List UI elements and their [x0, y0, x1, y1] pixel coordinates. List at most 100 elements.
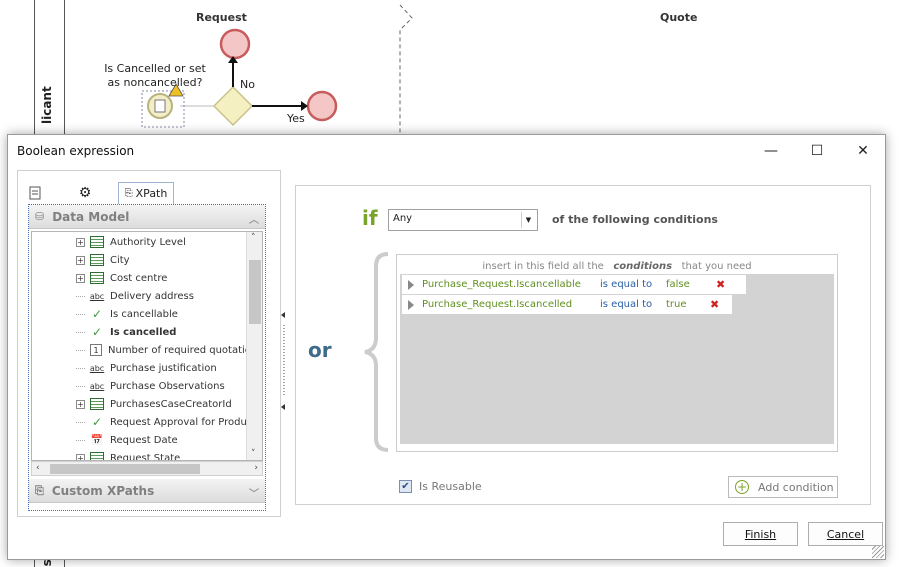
- table-icon: [90, 254, 104, 266]
- table-icon: [90, 272, 104, 284]
- maximize-button[interactable]: ☐: [794, 135, 840, 166]
- tree-item-label: Request State: [110, 452, 181, 461]
- text-field-icon: abc: [89, 291, 105, 301]
- tree-vertical-scrollbar[interactable]: ˄ ˅: [246, 232, 262, 460]
- chevron-up-icon: ︿: [249, 215, 259, 226]
- expand-toggle-icon[interactable]: +: [76, 273, 85, 283]
- database-icon: ⛁: [35, 210, 45, 223]
- exclusive-gateway: [212, 85, 254, 127]
- finish-button[interactable]: Finish: [723, 522, 798, 546]
- vertical-scroll-thumb[interactable]: [249, 260, 261, 324]
- data-model-header-label: Data Model: [52, 209, 130, 224]
- quantifier-value: Any: [393, 213, 413, 224]
- resize-grip[interactable]: [872, 546, 884, 558]
- condition-value[interactable]: true: [666, 299, 702, 310]
- scroll-up-icon[interactable]: ˄: [251, 233, 256, 243]
- tree-connector: [76, 439, 85, 441]
- scroll-right-icon[interactable]: ›: [254, 463, 258, 473]
- expand-toggle-icon[interactable]: +: [76, 255, 85, 265]
- expand-arrow-icon[interactable]: [408, 279, 414, 290]
- tree-item-label: Cost centre: [110, 272, 168, 284]
- gateway-question-label: Is Cancelled or set as noncancelled?: [104, 62, 206, 89]
- conditions-list[interactable]: Purchase_Request.Iscancellable is equal …: [400, 274, 834, 444]
- table-icon: [90, 236, 104, 248]
- conditions-area[interactable]: insert in this field all the conditions …: [396, 254, 838, 452]
- tree-item[interactable]: ✓ Is cancellable: [76, 305, 178, 323]
- splitter-grip: [281, 312, 285, 410]
- boolean-icon: ✓: [91, 307, 103, 321]
- document-icon: [29, 186, 40, 200]
- chevron-down-icon: ﹀: [249, 489, 259, 500]
- text-field-icon: abc: [89, 363, 105, 373]
- data-source-panel: ⚙ ⎘ XPath ⛁ Data Model ︿ + Authority Leve…: [17, 170, 281, 517]
- tree-item-label: Number of required quotatio: [108, 344, 251, 356]
- boolean-icon: ✓: [91, 325, 103, 339]
- tree-item[interactable]: 1 Number of required quotatio: [76, 341, 251, 359]
- scroll-left-icon[interactable]: ‹: [36, 463, 40, 473]
- tree-item-label: PurchasesCaseCreatorId: [110, 398, 232, 410]
- tree-item-label: Authority Level: [110, 236, 186, 248]
- condition-value[interactable]: false: [666, 279, 708, 290]
- tree-item[interactable]: + Cost centre: [76, 269, 167, 287]
- delete-condition-icon[interactable]: ✖: [710, 298, 719, 311]
- condition-row[interactable]: Purchase_Request.Iscancellable is equal …: [402, 275, 746, 294]
- tree-item[interactable]: 📅 Request Date: [76, 431, 178, 449]
- tree-item[interactable]: ✓ Is cancelled: [76, 323, 176, 341]
- add-condition-button[interactable]: + Add condition: [728, 476, 838, 498]
- tree-item-label: Is cancelled: [110, 326, 177, 338]
- text-field-icon: abc: [89, 381, 105, 391]
- table-icon: [90, 398, 104, 410]
- condition-field[interactable]: Purchase_Request.Iscancelled: [422, 299, 600, 310]
- expand-arrow-icon[interactable]: [408, 299, 414, 310]
- tree-item[interactable]: ✓ Request Approval for Produc: [76, 413, 252, 431]
- tree-connector: [76, 385, 85, 387]
- is-reusable-checkbox[interactable]: ✔: [399, 480, 412, 493]
- expand-toggle-icon[interactable]: +: [76, 453, 85, 460]
- scroll-down-icon[interactable]: ˅: [251, 449, 256, 459]
- flow-label-yes: Yes: [287, 112, 305, 125]
- expand-toggle-icon[interactable]: +: [76, 399, 85, 409]
- add-condition-label: Add condition: [758, 480, 834, 494]
- tree-item[interactable]: abc Delivery address: [76, 287, 194, 305]
- condition-field[interactable]: Purchase_Request.Iscancellable: [422, 279, 600, 290]
- condition-operator[interactable]: is equal to: [600, 279, 666, 290]
- expand-toggle-icon[interactable]: +: [76, 237, 85, 247]
- horizontal-scroll-thumb[interactable]: [50, 464, 200, 474]
- tab-xpath[interactable]: ⎘ XPath: [118, 182, 174, 204]
- tree-item[interactable]: + PurchasesCaseCreatorId: [76, 395, 232, 413]
- delete-condition-icon[interactable]: ✖: [716, 278, 725, 291]
- condition-row[interactable]: Purchase_Request.Iscancelled is equal to…: [402, 295, 732, 314]
- data-model-header[interactable]: ⛁ Data Model ︿: [29, 205, 265, 229]
- boolean-icon: ✓: [91, 415, 103, 429]
- brace-icon: [364, 252, 389, 452]
- data-model-accordion: ⛁ Data Model ︿ + Authority Level + City + Cos…: [28, 204, 266, 511]
- tab-document[interactable]: [24, 182, 46, 204]
- tree-horizontal-scrollbar[interactable]: ‹ ›: [31, 461, 263, 476]
- is-reusable-option[interactable]: ✔ Is Reusable: [399, 480, 482, 493]
- tab-settings[interactable]: ⚙: [74, 182, 96, 204]
- tree-item-label: Purchase Observations: [110, 380, 225, 392]
- boolean-expression-dialog: Boolean expression — ☐ ✕ ⚙ ⎘ XPath ⛁ Dat…: [7, 134, 886, 560]
- tree-item[interactable]: + Authority Level: [76, 233, 186, 251]
- condition-operator[interactable]: is equal to: [600, 299, 666, 310]
- close-button[interactable]: ✕: [840, 135, 886, 166]
- number-icon: 1: [90, 344, 102, 356]
- tree-item[interactable]: + Request State: [76, 449, 181, 461]
- minimize-button[interactable]: —: [748, 135, 794, 166]
- panel-splitter[interactable]: [281, 170, 287, 517]
- tree-item-label: Purchase justification: [110, 362, 217, 374]
- custom-xpaths-header[interactable]: ⎘ Custom XPaths ﹀: [29, 479, 265, 503]
- tree-item[interactable]: abc Purchase Observations: [76, 377, 225, 395]
- data-model-tree[interactable]: + Authority Level + City + Cost centre abc Deli…: [31, 231, 263, 461]
- plus-icon: +: [735, 480, 749, 494]
- tree-connector: [76, 367, 85, 369]
- tree-item[interactable]: + City: [76, 251, 130, 269]
- tree-connector: [76, 331, 85, 333]
- cancel-button[interactable]: Cancel: [808, 522, 883, 546]
- quantifier-select[interactable]: Any ▼: [388, 209, 538, 231]
- dropdown-arrow-icon[interactable]: ▼: [521, 212, 535, 228]
- tree-item-label: Delivery address: [110, 290, 194, 302]
- tree-item-label: Request Approval for Produc: [110, 416, 253, 428]
- dialog-titlebar[interactable]: Boolean expression — ☐ ✕: [8, 135, 885, 166]
- tree-item[interactable]: abc Purchase justification: [76, 359, 217, 377]
